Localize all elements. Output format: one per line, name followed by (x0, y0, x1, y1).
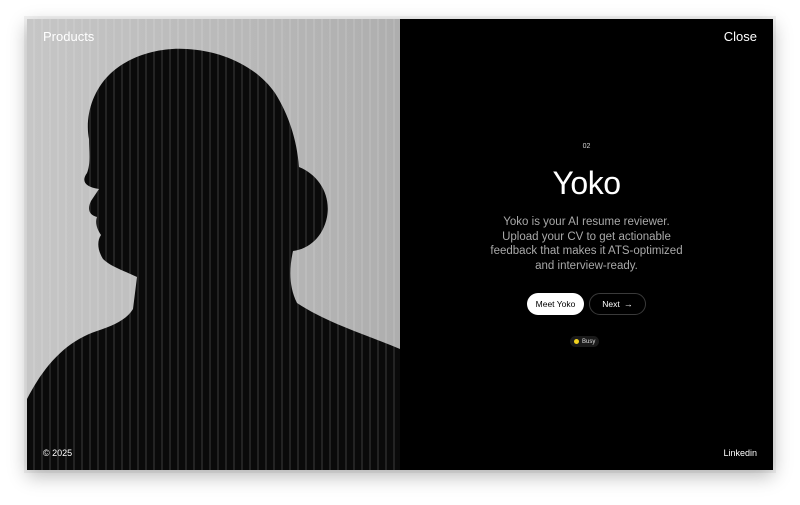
product-title: Yoko (552, 165, 622, 201)
product-description: Yoko is your AI resume reviewer. Upload … (490, 216, 683, 272)
linkedin-link[interactable]: Linkedin (723, 448, 757, 458)
products-link[interactable]: Products (43, 29, 94, 44)
next-button[interactable]: Next → (589, 293, 646, 315)
hero-image (27, 19, 400, 470)
silhouette-image (27, 19, 400, 470)
meet-yoko-label: Meet Yoko (535, 299, 576, 309)
arrow-right-icon: → (623, 299, 633, 309)
next-label: Next (602, 299, 620, 309)
copyright-text: © 2025 (43, 448, 73, 458)
status-dot-icon (574, 339, 579, 344)
meet-yoko-button[interactable]: Meet Yoko (527, 293, 584, 315)
product-modal: 02 Yoko Yoko is your AI resume reviewer.… (27, 19, 773, 470)
status-label: Busy (582, 338, 596, 345)
status-badge: Busy (570, 336, 600, 347)
product-info-panel: 02 Yoko Yoko is your AI resume reviewer.… (400, 19, 773, 470)
product-index: 02 (582, 143, 591, 150)
action-buttons: Meet Yoko Next → (400, 293, 773, 315)
close-button[interactable]: Close (724, 29, 757, 44)
